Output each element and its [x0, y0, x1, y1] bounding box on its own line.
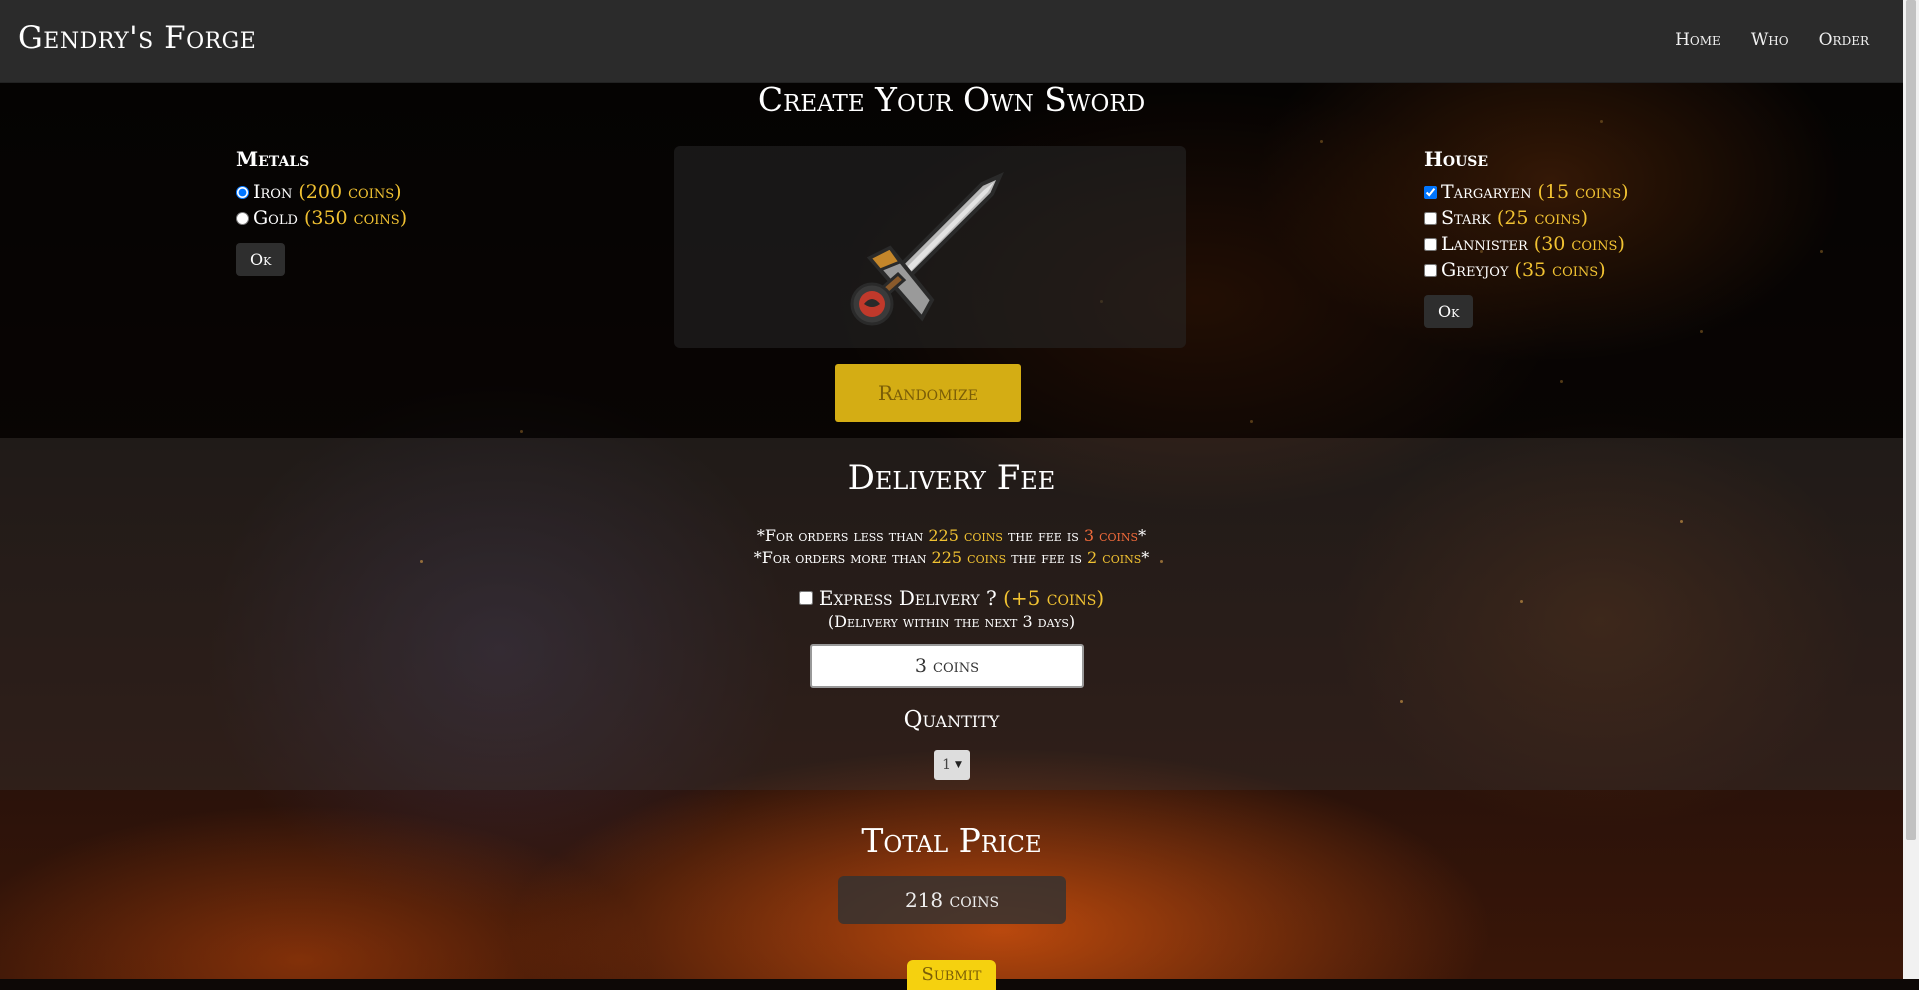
- targaryen-checkbox[interactable]: [1424, 185, 1437, 199]
- fee-note-less: *For orders less than 225 coins the fee …: [0, 525, 1903, 547]
- note-text: *: [1141, 548, 1150, 567]
- nav-link-who[interactable]: Who: [1751, 30, 1789, 50]
- quantity-select[interactable]: 1 ▼: [934, 750, 970, 780]
- house-option-greyjoy[interactable]: Greyjoy (35 coins): [1424, 257, 1629, 283]
- chevron-down-icon: ▼: [955, 760, 962, 770]
- sword-icon: [850, 172, 1004, 326]
- house-label: Lannister: [1441, 233, 1528, 255]
- express-label: Express Delivery ?: [818, 586, 997, 610]
- house-heading: House: [1424, 147, 1489, 171]
- nav-links: Home Who Order: [1675, 30, 1869, 50]
- delivery-fee-title: Delivery Fee: [847, 458, 1056, 498]
- metals-ok-button[interactable]: Ok: [236, 243, 286, 276]
- scrollbar-thumb[interactable]: [1906, 0, 1916, 840]
- house-label: Targaryen: [1441, 181, 1532, 203]
- house-option-targaryen[interactable]: Targaryen (15 coins): [1424, 179, 1629, 205]
- metal-price: (200 coins): [298, 181, 402, 203]
- note-amount: 225 coins: [931, 548, 1007, 567]
- submit-button[interactable]: Submit: [907, 960, 996, 990]
- house-price: (25 coins): [1496, 207, 1588, 229]
- metal-label: Gold: [253, 207, 298, 229]
- delivery-fee-notes: *For orders less than 225 coins the fee …: [0, 525, 1903, 569]
- note-text: the fee is: [1008, 526, 1079, 545]
- house-ok-button[interactable]: Ok: [1424, 295, 1474, 328]
- scrollbar[interactable]: [1903, 0, 1919, 979]
- randomize-button[interactable]: Randomize: [835, 364, 1021, 422]
- note-text: *: [1138, 526, 1147, 545]
- note-fee: 3 coins: [1083, 526, 1139, 545]
- metal-label: Iron: [253, 181, 293, 203]
- express-delivery: Express Delivery ? (+5 coins) (Delivery …: [0, 586, 1903, 631]
- house-label: Greyjoy: [1441, 259, 1509, 281]
- house-price: (30 coins): [1533, 233, 1625, 255]
- house-price: (35 coins): [1514, 259, 1606, 281]
- nav-link-order[interactable]: Order: [1819, 30, 1869, 50]
- express-delivery-option[interactable]: Express Delivery ? (+5 coins): [798, 586, 1105, 610]
- lannister-checkbox[interactable]: [1424, 237, 1437, 251]
- house-price: (15 coins): [1537, 181, 1629, 203]
- express-delivery-checkbox[interactable]: [798, 591, 813, 605]
- metal-price: (350 coins): [303, 207, 408, 229]
- note-text: *For orders less than: [756, 526, 924, 545]
- house-label: Stark: [1441, 207, 1491, 229]
- metals-panel: Metals Iron (200 coins) Gold (350 coins)…: [236, 147, 407, 276]
- fee-note-more: *For orders more than 225 coins the fee …: [0, 547, 1903, 569]
- create-sword-title: Create Your Own Sword: [757, 80, 1146, 119]
- metal-option-gold[interactable]: Gold (350 coins): [236, 205, 407, 231]
- stark-checkbox[interactable]: [1424, 211, 1437, 225]
- gold-radio[interactable]: [236, 211, 249, 225]
- quantity-title: Quantity: [903, 707, 1000, 733]
- delivery-fee-field[interactable]: 3 coins: [810, 644, 1084, 688]
- express-extra: (+5 coins): [1003, 586, 1105, 610]
- quantity-value: 1: [942, 757, 951, 773]
- note-text: the fee is: [1011, 548, 1082, 567]
- metal-option-iron[interactable]: Iron (200 coins): [236, 179, 407, 205]
- house-option-lannister[interactable]: Lannister (30 coins): [1424, 231, 1629, 257]
- total-price-title: Total Price: [861, 821, 1042, 860]
- express-subtext: (Delivery within the next 3 days): [827, 612, 1076, 631]
- navbar: Gendry's Forge Home Who Order: [0, 0, 1903, 83]
- note-text: *For orders more than: [753, 548, 927, 567]
- note-amount: 225 coins: [928, 526, 1003, 545]
- greyjoy-checkbox[interactable]: [1424, 263, 1437, 277]
- note-fee: 2 coins: [1087, 548, 1142, 567]
- metals-heading: Metals: [236, 147, 310, 171]
- total-price-field: 218 coins: [838, 876, 1066, 924]
- nav-link-home[interactable]: Home: [1675, 30, 1721, 50]
- sword-preview: [674, 146, 1186, 348]
- iron-radio[interactable]: [236, 185, 249, 199]
- house-panel: House Targaryen (15 coins) Stark (25 coi…: [1424, 147, 1629, 328]
- house-option-stark[interactable]: Stark (25 coins): [1424, 205, 1629, 231]
- brand-logo[interactable]: Gendry's Forge: [18, 20, 256, 56]
